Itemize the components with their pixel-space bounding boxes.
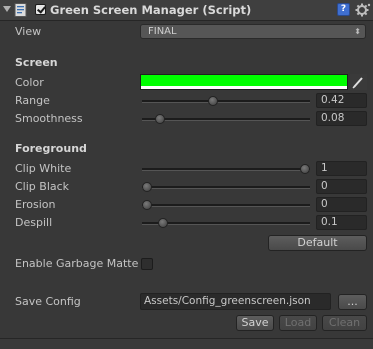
default-button[interactable]: Default — [268, 235, 367, 251]
clean-button[interactable]: Clean — [322, 315, 367, 331]
help-book-icon[interactable]: ? — [337, 3, 350, 16]
browse-button[interactable]: ... — [338, 294, 367, 310]
despill-value-field[interactable]: 0.1 — [316, 215, 367, 230]
smoothness-value-field[interactable]: 0.08 — [316, 111, 367, 126]
range-label: Range — [15, 94, 50, 107]
clip-black-label: Clip Black — [15, 180, 70, 193]
view-label: View — [15, 25, 42, 38]
color-field[interactable] — [140, 74, 348, 90]
clip-white-slider-track[interactable] — [142, 168, 310, 171]
config-path-field[interactable]: Assets/Config_greenscreen.json — [140, 293, 331, 310]
clip-black-slider-track[interactable] — [142, 186, 310, 189]
color-label: Color — [15, 76, 44, 89]
clip-black-slider-thumb[interactable] — [142, 182, 152, 192]
view-dropdown[interactable]: FINAL ⬍ — [140, 24, 366, 39]
erosion-slider-track[interactable] — [142, 204, 310, 207]
component-title: Green Screen Manager (Script) — [50, 3, 252, 17]
garbage-matte-label: Enable Garbage Matte — [15, 257, 139, 270]
foldout-arrow-icon[interactable] — [3, 6, 11, 12]
eyedropper-icon[interactable] — [350, 74, 367, 90]
erosion-value-field[interactable]: 0 — [316, 197, 367, 212]
despill-label: Despill — [15, 216, 53, 229]
garbage-matte-checkbox[interactable] — [141, 258, 153, 270]
clip-black-value-field[interactable]: 0 — [316, 179, 367, 194]
foreground-section-heading: Foreground — [15, 142, 87, 155]
clip-white-label: Clip White — [15, 162, 72, 175]
load-button[interactable]: Load — [279, 315, 317, 331]
erosion-slider-thumb[interactable] — [142, 200, 152, 210]
save-config-label: Save Config — [15, 295, 81, 308]
erosion-label: Erosion — [15, 198, 56, 211]
clip-white-slider-thumb[interactable] — [300, 164, 310, 174]
color-swatch — [141, 75, 347, 86]
next-panel-strip — [0, 339, 373, 349]
clip-white-value-field[interactable]: 1 — [316, 161, 367, 176]
screen-section-heading: Screen — [15, 56, 58, 69]
script-file-icon — [14, 3, 27, 17]
smoothness-slider-track[interactable] — [142, 118, 310, 121]
gear-icon[interactable] — [355, 2, 371, 18]
range-value-field[interactable]: 0.42 — [316, 93, 367, 108]
component-enabled-checkbox[interactable] — [35, 4, 46, 15]
range-slider-track[interactable] — [142, 100, 310, 103]
dropdown-arrows-icon: ⬍ — [354, 27, 361, 36]
view-dropdown-value: FINAL — [148, 26, 177, 37]
smoothness-slider-thumb[interactable] — [154, 114, 165, 124]
save-button[interactable]: Save — [236, 315, 274, 331]
despill-slider-thumb[interactable] — [157, 218, 168, 228]
range-slider-thumb[interactable] — [208, 96, 219, 106]
smoothness-label: Smoothness — [15, 112, 83, 125]
